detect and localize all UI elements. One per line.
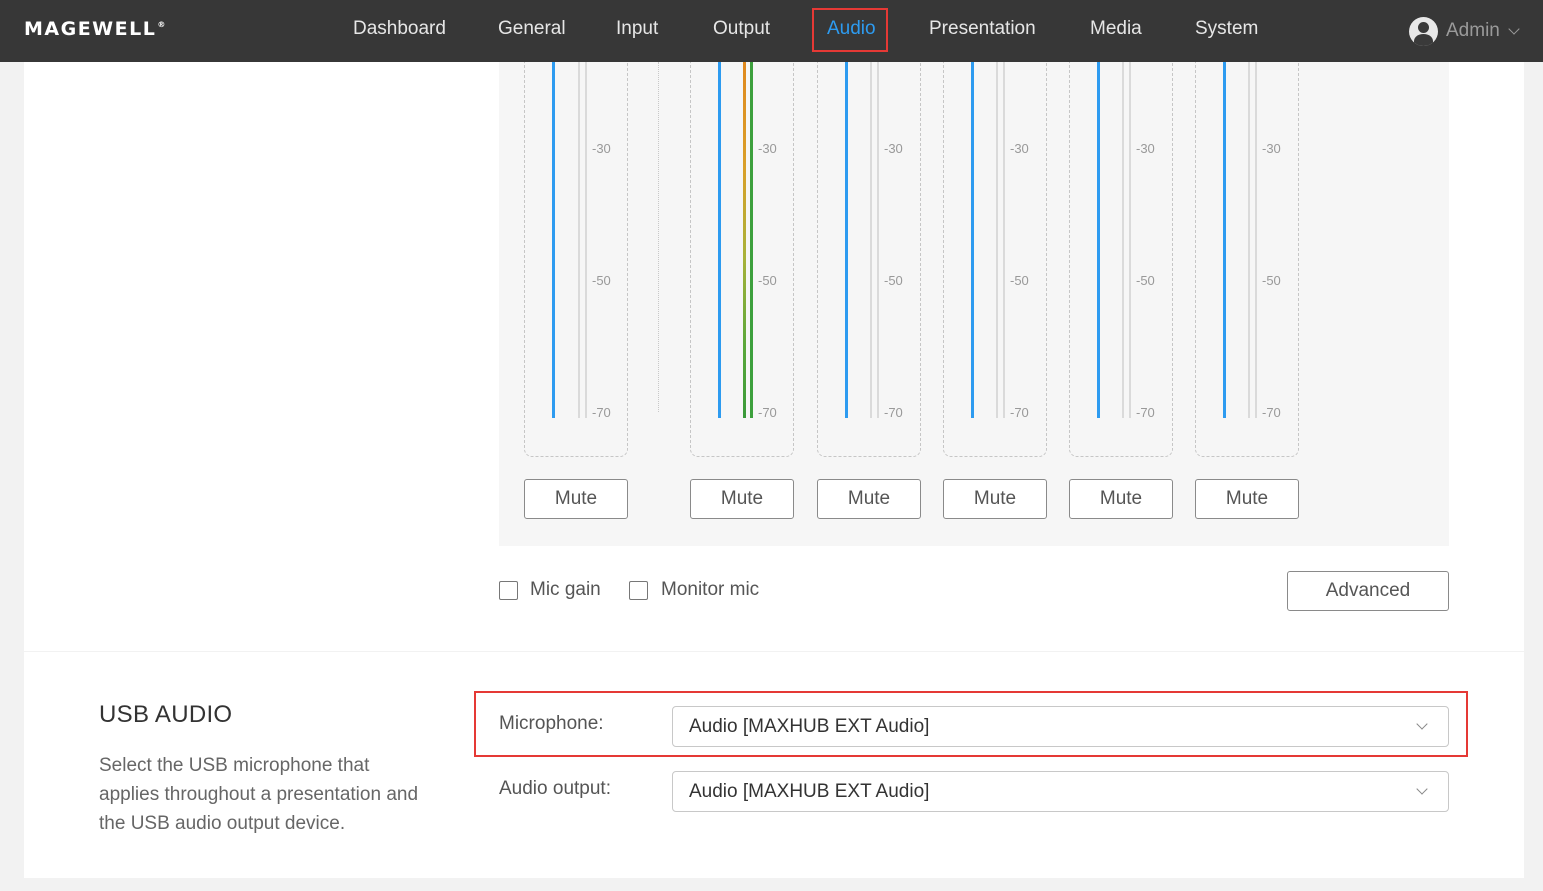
nav-audio[interactable]: Audio — [827, 0, 876, 62]
level-bar — [1223, 62, 1226, 418]
channel-meter-2 — [690, 62, 794, 457]
mute-button-5[interactable]: Mute — [1069, 479, 1173, 519]
meter-track — [1003, 62, 1005, 418]
top-nav-bar: MAGEWELL® Dashboard General Input Output… — [0, 0, 1543, 62]
tick-label: -70 — [1262, 405, 1281, 420]
monitor-mic-checkbox[interactable] — [629, 581, 648, 600]
nav-dashboard[interactable]: Dashboard — [353, 0, 446, 62]
level-bar — [552, 62, 555, 418]
tick-label: -50 — [1010, 273, 1029, 288]
tick-label: -30 — [1262, 141, 1281, 156]
channel-meter-5 — [1069, 62, 1173, 457]
tick-label: -30 — [758, 141, 777, 156]
advanced-button[interactable]: Advanced — [1287, 571, 1449, 611]
tick-label: -30 — [592, 141, 611, 156]
microphone-select-value: Audio [MAXHUB EXT Audio] — [689, 716, 930, 737]
meter-track — [996, 62, 998, 418]
user-name: Admin — [1446, 20, 1500, 41]
tick-label: -70 — [592, 405, 611, 420]
microphone-select[interactable]: Audio [MAXHUB EXT Audio] — [672, 706, 1449, 747]
chevron-down-icon — [1508, 22, 1520, 35]
level-bar — [845, 62, 848, 418]
user-menu[interactable]: Admin — [1409, 16, 1520, 46]
tick-label: -70 — [1010, 405, 1029, 420]
logo-text: MAGEWELL — [24, 18, 157, 40]
magewell-logo[interactable]: MAGEWELL® — [24, 18, 165, 40]
meter-track — [877, 62, 879, 418]
nav-general[interactable]: General — [498, 0, 566, 62]
usb-audio-description: Select the USB microphone that applies t… — [99, 755, 419, 834]
mic-gain-label[interactable]: Mic gain — [530, 579, 601, 601]
tick-label: -50 — [592, 273, 611, 288]
tick-label: -50 — [1262, 273, 1281, 288]
microphone-label: Microphone: — [499, 713, 604, 734]
level-bar — [1097, 62, 1100, 418]
mic-gain-checkbox[interactable] — [499, 581, 518, 600]
tick-label: -50 — [884, 273, 903, 288]
tick-label: -50 — [1136, 273, 1155, 288]
usb-audio-title: USB AUDIO — [99, 701, 233, 728]
audio-output-label: Audio output: — [499, 778, 611, 799]
mute-button-1[interactable]: Mute — [524, 479, 628, 519]
nav-system[interactable]: System — [1195, 0, 1258, 62]
tick-label: -30 — [1010, 141, 1029, 156]
mute-button-6[interactable]: Mute — [1195, 479, 1299, 519]
registered-mark: ® — [157, 20, 166, 29]
audio-output-select-value: Audio [MAXHUB EXT Audio] — [689, 781, 930, 802]
level-bar — [718, 62, 721, 418]
tick-label: -70 — [884, 405, 903, 420]
tick-label: -30 — [884, 141, 903, 156]
channel-meter-6 — [1195, 62, 1299, 457]
meter-track — [1122, 62, 1124, 418]
mute-button-4[interactable]: Mute — [943, 479, 1047, 519]
nav-media[interactable]: Media — [1090, 0, 1142, 62]
tick-label: -30 — [1136, 141, 1155, 156]
chevron-down-icon — [1416, 718, 1428, 730]
channel-meter-1 — [524, 62, 628, 457]
nav-presentation[interactable]: Presentation — [929, 0, 1036, 62]
chevron-down-icon — [1416, 783, 1428, 795]
tick-label: -50 — [758, 273, 777, 288]
level-bar-active-left — [743, 62, 746, 418]
audio-output-select[interactable]: Audio [MAXHUB EXT Audio] — [672, 771, 1449, 812]
nav-output[interactable]: Output — [713, 0, 770, 62]
tick-label: -70 — [1136, 405, 1155, 420]
nav-input[interactable]: Input — [616, 0, 658, 62]
channel-meter-4 — [943, 62, 1047, 457]
channel-group-divider — [658, 62, 659, 412]
user-avatar-icon — [1409, 16, 1438, 46]
mute-button-3[interactable]: Mute — [817, 479, 921, 519]
channel-meter-3 — [817, 62, 921, 457]
meter-track — [870, 62, 872, 418]
meter-track — [1255, 62, 1257, 418]
meter-track — [578, 62, 580, 418]
meter-track — [1129, 62, 1131, 418]
mute-button-2[interactable]: Mute — [690, 479, 794, 519]
meter-track — [585, 62, 587, 418]
monitor-mic-label[interactable]: Monitor mic — [661, 579, 759, 601]
level-bar-active-right — [750, 62, 753, 418]
level-bar — [971, 62, 974, 418]
tick-label: -70 — [758, 405, 777, 420]
meter-track — [1248, 62, 1250, 418]
